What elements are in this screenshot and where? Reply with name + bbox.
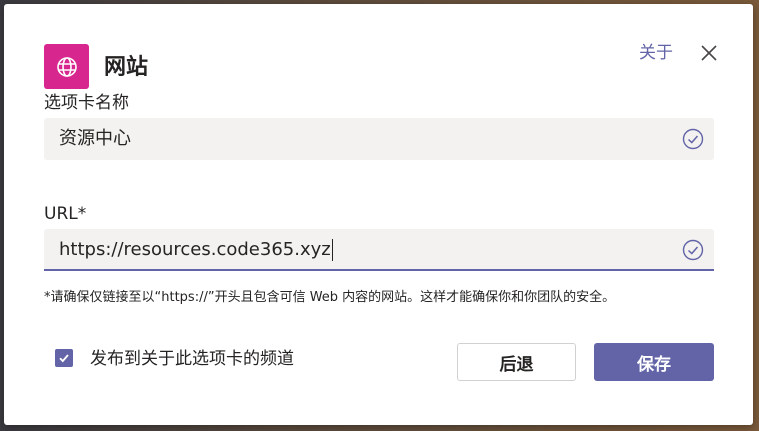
post-to-channel-label[interactable]: 发布到关于此选项卡的频道: [90, 348, 294, 370]
website-app-icon: [44, 44, 89, 89]
check-circle-icon: [682, 239, 704, 261]
text-caret: [331, 239, 333, 261]
url-value: https://resources.code365.xyz: [59, 239, 333, 261]
check-circle-icon: [682, 128, 704, 150]
post-to-channel-checkbox[interactable]: [55, 349, 73, 367]
url-input[interactable]: https://resources.code365.xyz: [44, 229, 714, 271]
back-button[interactable]: 后退: [457, 343, 576, 381]
save-button[interactable]: 保存: [594, 343, 714, 381]
globe-icon: [56, 56, 77, 77]
close-icon: [701, 45, 717, 61]
tab-name-value: 资源中心: [59, 128, 131, 149]
checkmark-icon: [59, 354, 69, 363]
tab-name-input[interactable]: 资源中心: [44, 118, 714, 160]
url-help-text: *请确保仅链接至以“https://”开头且包含可信 Web 内容的网站。这样才…: [44, 290, 616, 305]
website-tab-dialog: 网站 关于 选项卡名称 资源中心 URL* https://resources.…: [4, 4, 753, 425]
url-label: URL*: [44, 204, 87, 224]
close-button[interactable]: [697, 41, 721, 65]
dialog-title: 网站: [104, 55, 149, 80]
tab-name-label: 选项卡名称: [44, 93, 129, 113]
about-link[interactable]: 关于: [639, 42, 673, 64]
